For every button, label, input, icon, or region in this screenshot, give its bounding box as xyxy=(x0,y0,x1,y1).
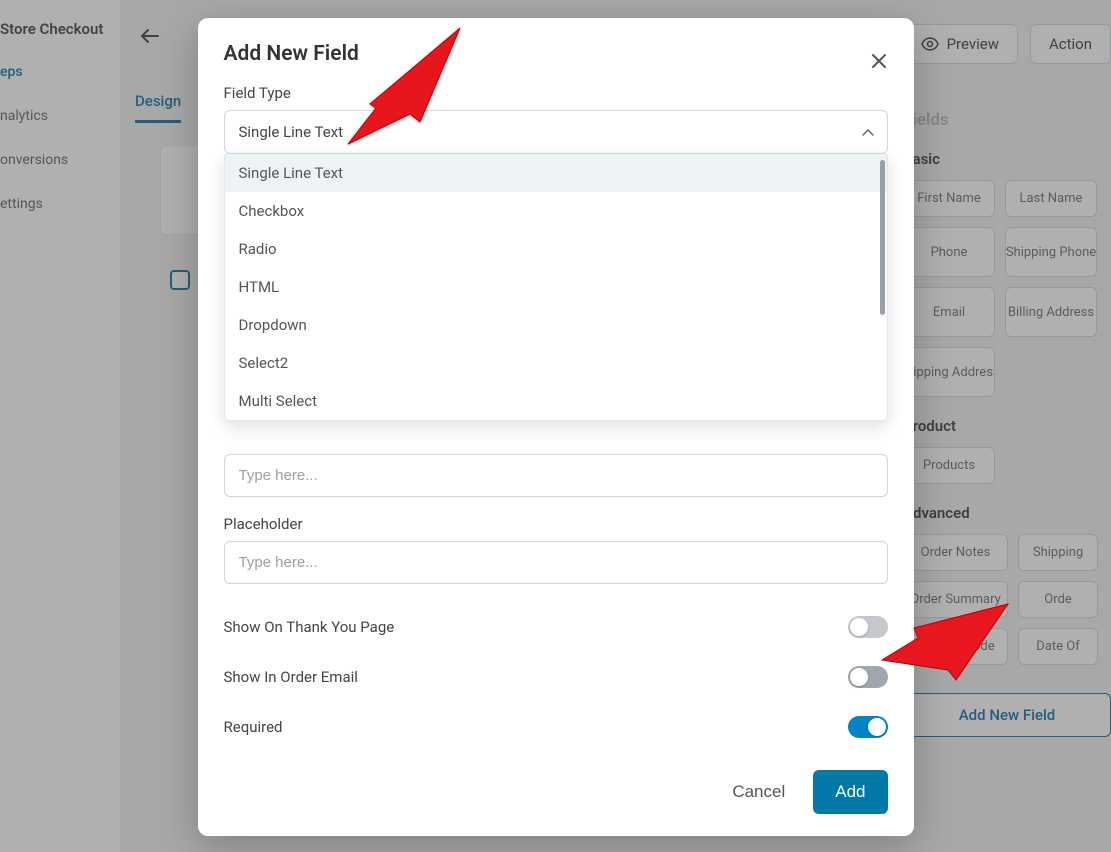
option-checkbox[interactable]: Checkbox xyxy=(225,192,887,230)
cancel-button[interactable]: Cancel xyxy=(732,782,785,802)
text-input-group xyxy=(224,454,888,497)
select-value: Single Line Text xyxy=(239,123,344,141)
toggle-row-thank-you: Show On Thank You Page xyxy=(224,602,888,652)
placeholder-group: Placeholder xyxy=(224,515,888,584)
required-toggle[interactable] xyxy=(848,716,888,738)
modal-footer: Cancel Add xyxy=(224,752,888,814)
option-radio[interactable]: Radio xyxy=(225,230,887,268)
field-type-select[interactable]: Single Line Text Single Line Text Checkb… xyxy=(224,110,888,154)
order-email-label: Show In Order Email xyxy=(224,668,358,686)
option-html[interactable]: HTML xyxy=(225,268,887,306)
toggle-row-required: Required xyxy=(224,702,888,752)
order-email-toggle[interactable] xyxy=(848,666,888,688)
option-single-line-text[interactable]: Single Line Text xyxy=(225,154,887,192)
modal-title: Add New Field xyxy=(224,42,888,66)
chevron-up-icon xyxy=(862,128,874,136)
thank-you-label: Show On Thank You Page xyxy=(224,618,395,636)
thank-you-toggle[interactable] xyxy=(848,616,888,638)
field-type-dropdown: Single Line Text Checkbox Radio HTML Dro… xyxy=(224,154,888,421)
add-button[interactable]: Add xyxy=(813,770,887,814)
close-icon[interactable] xyxy=(870,52,890,72)
generic-text-input[interactable] xyxy=(224,454,888,497)
toggle-row-order-email: Show In Order Email xyxy=(224,652,888,702)
field-type-group: Field Type Single Line Text Single Line … xyxy=(224,84,888,154)
option-multi-select[interactable]: Multi Select xyxy=(225,382,887,420)
option-select2[interactable]: Select2 xyxy=(225,344,887,382)
placeholder-label: Placeholder xyxy=(224,515,888,533)
required-label: Required xyxy=(224,718,283,736)
dropdown-scrollbar[interactable] xyxy=(880,160,885,315)
select-trigger[interactable]: Single Line Text xyxy=(224,110,888,154)
option-dropdown[interactable]: Dropdown xyxy=(225,306,887,344)
placeholder-input[interactable] xyxy=(224,541,888,584)
modal-overlay: Add New Field Field Type Single Line Tex… xyxy=(0,0,1111,852)
add-field-modal: Add New Field Field Type Single Line Tex… xyxy=(198,18,914,836)
field-type-label: Field Type xyxy=(224,84,888,102)
